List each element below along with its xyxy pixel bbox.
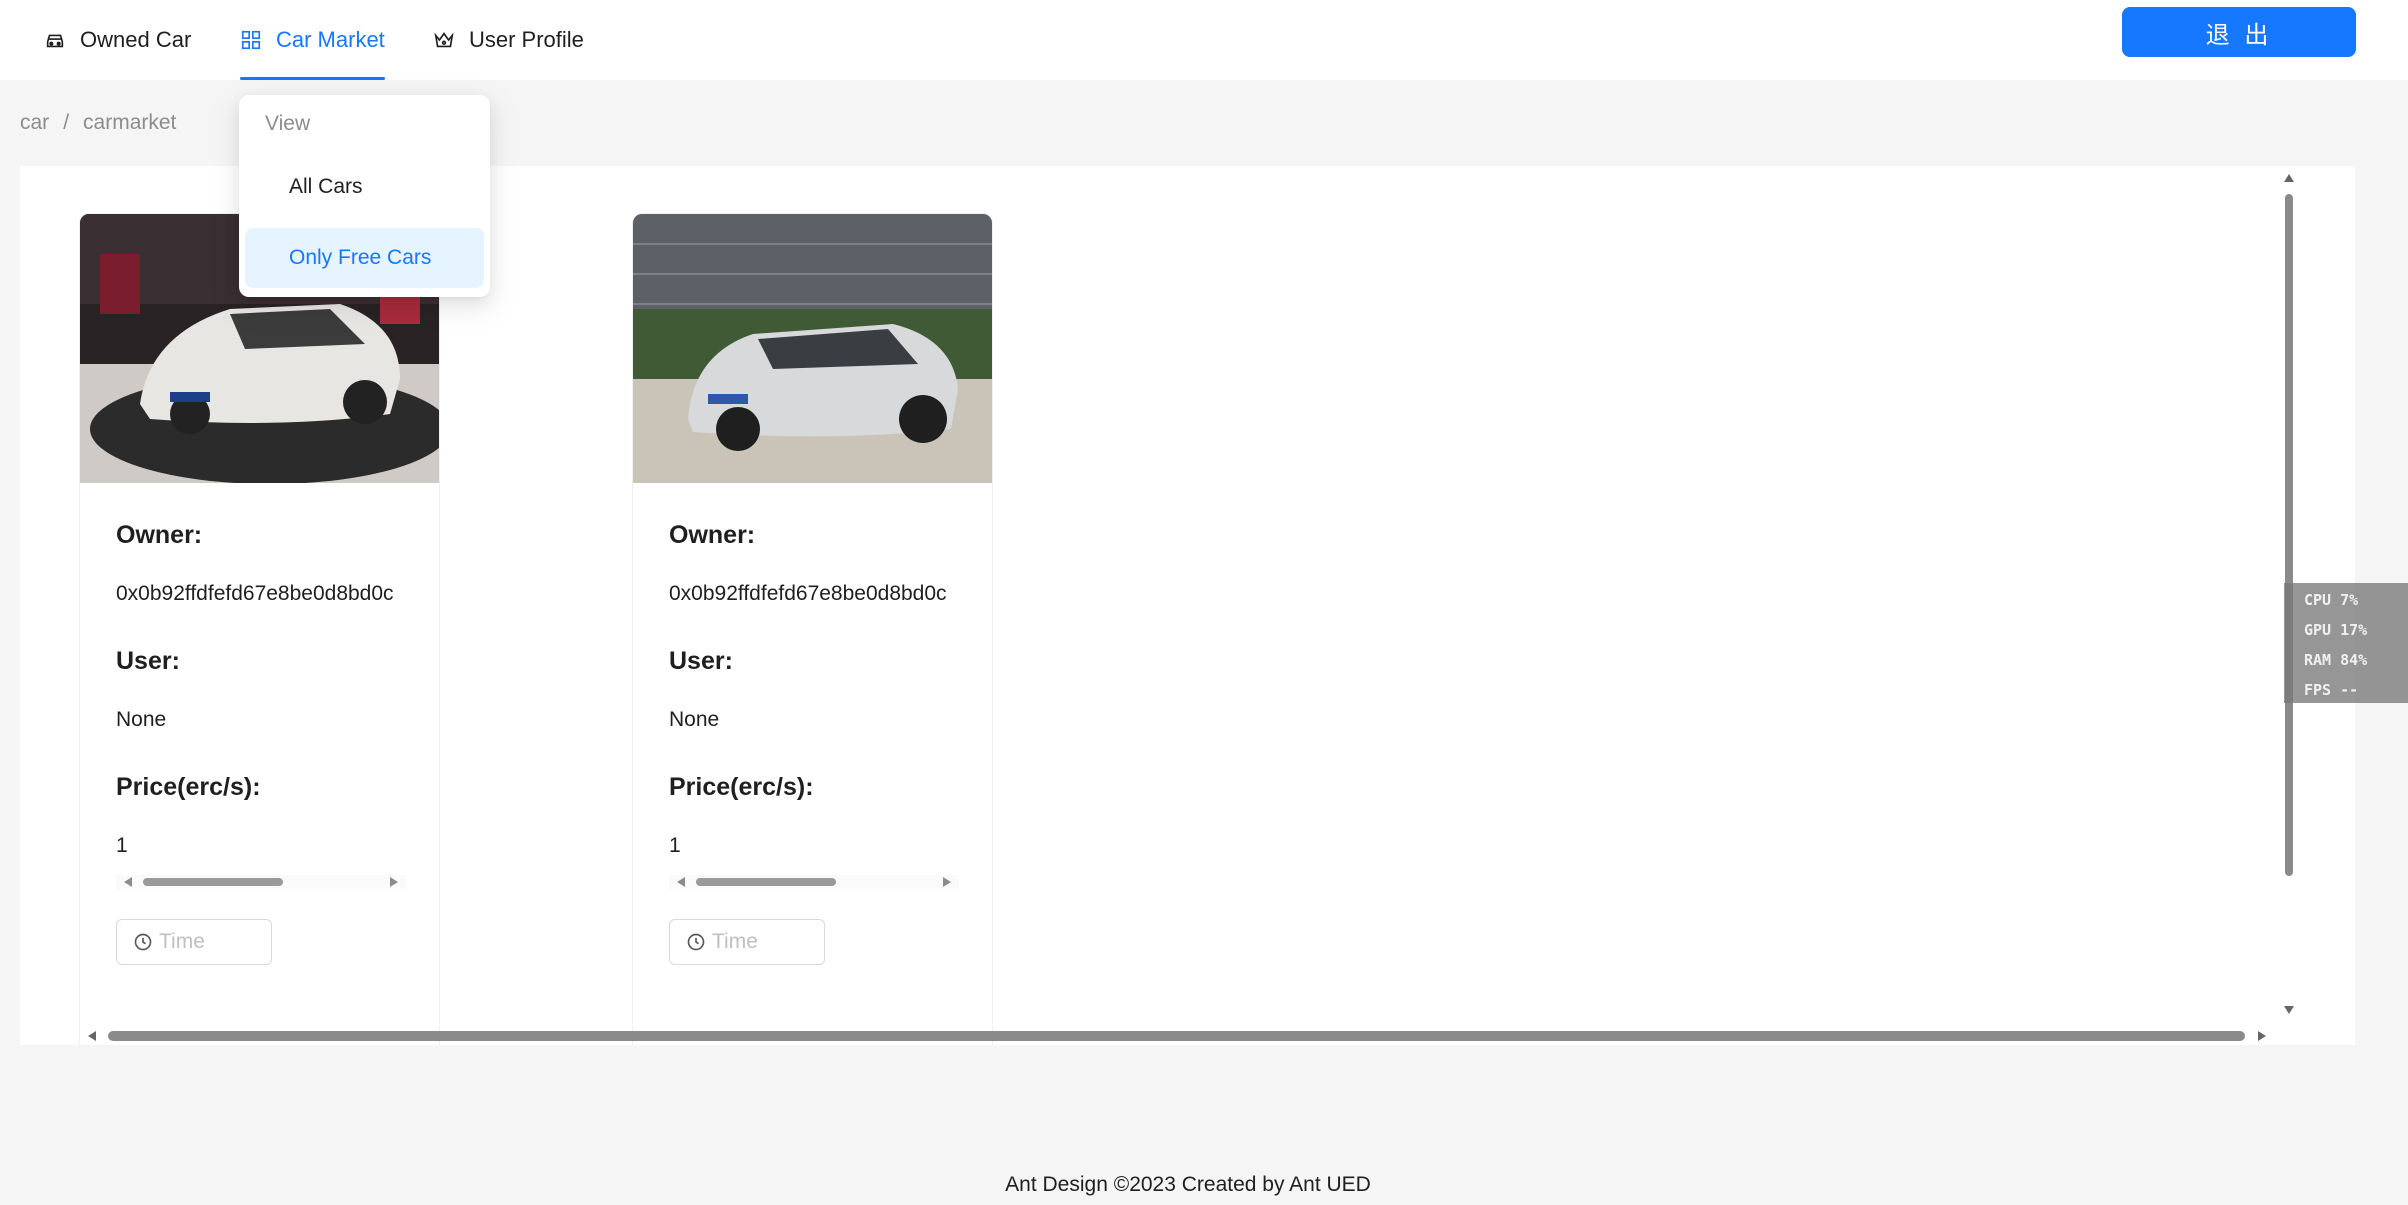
footer: Ant Design ©2023 Created by Ant UED bbox=[1005, 1173, 1371, 1196]
price-value: 1 bbox=[116, 834, 128, 857]
user-label: User: bbox=[116, 647, 180, 675]
breadcrumb-item: carmarket bbox=[83, 111, 177, 134]
user-value: None bbox=[116, 708, 167, 731]
breadcrumb-item[interactable]: car bbox=[20, 111, 49, 134]
gpu-usage: GPU 17% bbox=[2304, 621, 2368, 639]
content-horizontal-scrollbar[interactable] bbox=[20, 1028, 2282, 1044]
clock-icon bbox=[687, 933, 705, 951]
owner-address: 0x0b92ffdfefd67e8be0d8bd0c bbox=[116, 582, 394, 605]
user-label: User: bbox=[669, 647, 733, 675]
time-input[interactable]: Time bbox=[669, 919, 825, 965]
nav-item-user-profile[interactable]: User Profile bbox=[433, 0, 584, 80]
nav-item-label: Owned Car bbox=[80, 27, 192, 52]
scroll-right-arrow[interactable] bbox=[943, 877, 951, 887]
scroll-thumb[interactable] bbox=[143, 878, 283, 886]
nav-item-label: Car Market bbox=[276, 27, 385, 52]
car-image bbox=[633, 214, 992, 483]
car-icon bbox=[46, 34, 64, 48]
appstore-icon bbox=[241, 30, 261, 50]
time-placeholder: Time bbox=[159, 930, 205, 953]
car-card[interactable]: Owner: 0x0b92ffdfefd67e8be0d8bd0c User: … bbox=[632, 213, 993, 1045]
performance-overlay: CPU 7% GPU 17% RAM 84% FPS -- bbox=[2284, 583, 2408, 703]
owner-label: Owner: bbox=[669, 521, 756, 549]
car-market-content: Owner: 0x0b92ffdfefd67e8be0d8bd0c User: … bbox=[20, 166, 2355, 1045]
breadcrumb-separator: / bbox=[63, 111, 70, 134]
owner-address: 0x0b92ffdfefd67e8be0d8bd0c bbox=[669, 582, 947, 605]
view-dropdown-menu: View All Cars Only Free Cars bbox=[239, 95, 490, 297]
owner-scrollbar[interactable] bbox=[116, 875, 406, 889]
car-card[interactable]: Owner: 0x0b92ffdfefd67e8be0d8bd0c User: … bbox=[79, 213, 440, 1045]
time-input[interactable]: Time bbox=[116, 919, 272, 965]
clock-icon bbox=[134, 933, 152, 951]
user-value: None bbox=[669, 708, 720, 731]
price-label: Price(erc/s): bbox=[669, 773, 814, 801]
scroll-right-arrow[interactable] bbox=[2258, 1031, 2266, 1041]
scroll-left-arrow[interactable] bbox=[677, 877, 685, 887]
nav-item-label: User Profile bbox=[469, 27, 584, 52]
owner-label: Owner: bbox=[116, 521, 203, 549]
scroll-thumb[interactable] bbox=[108, 1031, 2245, 1041]
header: Owned Car Car Market User Profile 退 出 bbox=[0, 0, 2408, 80]
scroll-thumb[interactable] bbox=[696, 878, 836, 886]
dropdown-item-only-free-cars[interactable]: Only Free Cars bbox=[245, 228, 484, 288]
fps-counter: FPS -- bbox=[2304, 681, 2359, 699]
nav-item-car-market[interactable]: Car Market bbox=[240, 0, 385, 80]
owner-scrollbar[interactable] bbox=[669, 875, 959, 889]
logout-button[interactable]: 退 出 bbox=[2122, 7, 2356, 57]
price-label: Price(erc/s): bbox=[116, 773, 261, 801]
scroll-left-arrow[interactable] bbox=[124, 877, 132, 887]
scroll-down-arrow[interactable] bbox=[2284, 1006, 2294, 1014]
ram-usage: RAM 84% bbox=[2304, 651, 2368, 669]
dropdown-item-all-cars[interactable]: All Cars bbox=[245, 157, 484, 217]
dropdown-group-title: View bbox=[265, 112, 311, 135]
breadcrumb: car / carmarket bbox=[20, 111, 176, 135]
time-placeholder: Time bbox=[712, 930, 758, 953]
crown-icon bbox=[434, 32, 454, 48]
nav-item-owned-car[interactable]: Owned Car bbox=[44, 0, 191, 80]
price-value: 1 bbox=[669, 834, 681, 857]
scroll-thumb[interactable] bbox=[2285, 194, 2293, 876]
scroll-up-arrow[interactable] bbox=[2284, 174, 2294, 182]
scroll-left-arrow[interactable] bbox=[88, 1031, 96, 1041]
cpu-usage: CPU 7% bbox=[2304, 591, 2359, 609]
scroll-right-arrow[interactable] bbox=[390, 877, 398, 887]
